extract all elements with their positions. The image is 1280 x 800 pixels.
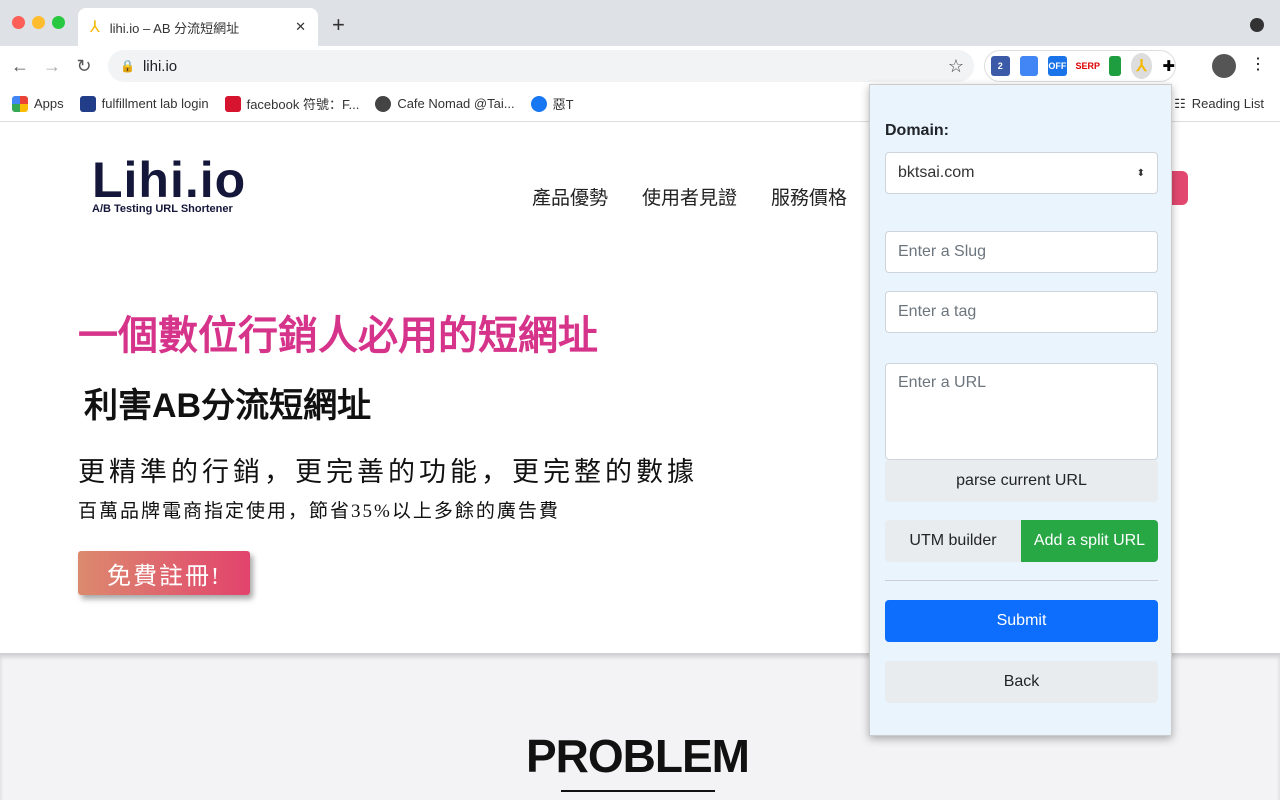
bookmark-label: fulfillment lab login [101,96,209,111]
tag-extension-icon[interactable] [1019,56,1039,76]
add-split-url-button[interactable]: Add a split URL [1021,520,1158,562]
minimize-window-button[interactable] [32,16,45,29]
submit-button[interactable]: Submit [885,600,1158,642]
tab-lihi[interactable]: ⅄ lihi.io – AB 分流短網址 ✕ [78,8,318,46]
site-logo[interactable]: Lihi.io A/B Testing URL Shortener [92,151,246,215]
close-window-button[interactable] [12,16,25,29]
lihi-favicon-icon: ⅄ [90,19,100,36]
tab-search-button[interactable] [1250,18,1264,32]
domain-value: bktsai.com [898,164,975,181]
title-underline [561,790,715,792]
reading-list-icon: ☷ [1174,95,1186,111]
forward-arrow-icon[interactable]: → [36,56,68,77]
select-arrows-icon: ⬍ [1136,167,1145,179]
back-arrow-icon[interactable]: ← [4,56,36,77]
puzzle-extensions-icon[interactable]: ✚ [1162,57,1175,75]
domain-select[interactable]: bktsai.com ⬍ [885,152,1158,194]
free-signup-button[interactable]: 免費註冊! [78,551,250,595]
serp-extension-icon[interactable]: SERP [1075,56,1100,76]
address-bar[interactable]: 🔒 lihi.io ☆ [108,50,974,82]
globe-icon [375,95,392,112]
toolbar: ← → ↻ 🔒 lihi.io ☆ 2 OFF SERP ⅄ ✚ ⋮ [0,46,1280,86]
code-extension-icon[interactable]: 2 [991,56,1010,76]
domain-label: Domain: [885,122,949,139]
bookmark-label: Apps [34,96,64,111]
extensions-area: 2 OFF SERP ⅄ ✚ [984,50,1176,82]
bookmark-label: facebook 符號：F... [246,97,360,112]
reload-icon[interactable]: ↻ [68,56,100,77]
bookmark-fulfillment[interactable]: fulfillment lab login [79,95,209,112]
lock-icon: 🔒 [120,59,135,73]
menu-kebab-icon[interactable]: ⋮ [1250,54,1266,74]
serp-label: SERP [1075,61,1100,71]
slug-placeholder: Enter a Slug [898,243,987,260]
logo-text: Lihi.io [92,152,247,208]
site-nav: 產品優勢 使用者見證 服務價格 [532,183,847,210]
headline: 一個數位行銷人必用的短網址 [78,314,598,358]
url-placeholder: Enter a URL [898,374,987,391]
bookmark-facebook-symbols[interactable]: facebook 符號：F... [224,94,360,113]
bookmark-label: 惡T [552,97,574,112]
tab-bar: ⅄ lihi.io – AB 分流短網址 ✕ + [0,0,1280,46]
new-tab-button[interactable]: + [332,12,345,38]
section-title: PROBLEM [526,730,750,782]
parse-url-button[interactable]: parse current URL [885,460,1158,502]
back-button[interactable]: Back [885,661,1158,703]
bookmark-apps[interactable]: Apps [12,95,64,112]
reading-list-button[interactable]: ☷ Reading List [1174,96,1264,112]
extension-popup: Domain: bktsai.com ⬍ Enter a Slug Enter a… [869,84,1172,736]
off-label: OFF [1048,61,1067,71]
subheadline: 利害AB分流短網址 [84,387,372,425]
off-extension-icon[interactable]: OFF [1048,56,1067,76]
gfs-icon [79,95,96,112]
bookmark-label: Cafe Nomad @Tai... [397,96,515,111]
divider [885,580,1158,581]
tag-placeholder: Enter a tag [898,303,977,320]
green-extension-icon[interactable] [1108,56,1121,76]
tab-title: lihi.io – AB 分流短網址 [109,20,240,36]
lightning-icon [224,95,241,112]
facebook-icon [530,95,547,112]
maximize-window-button[interactable] [52,16,65,29]
bookmark-cafe-nomad[interactable]: Cafe Nomad @Tai... [375,95,515,112]
nav-testimonials[interactable]: 使用者見證 [642,183,737,210]
nav-features[interactable]: 產品優勢 [532,183,608,210]
slug-input[interactable]: Enter a Slug [885,231,1158,273]
bookmark-et[interactable]: 惡T [530,94,574,113]
avatar[interactable] [1212,54,1236,78]
reading-list-label: Reading List [1191,96,1264,111]
ext-badge: 2 [997,61,1003,71]
close-tab-icon[interactable]: ✕ [295,19,306,35]
tag-input[interactable]: Enter a tag [885,291,1158,333]
url-textarea[interactable]: Enter a URL [885,363,1158,460]
url-text: lihi.io [142,57,178,75]
lihi-extension-icon[interactable]: ⅄ [1130,53,1153,79]
apps-grid-icon [12,95,28,112]
description: 百萬品牌電商指定使用，節省35%以上多餘的廣告費 [78,501,560,522]
nav-pricing[interactable]: 服務價格 [771,183,847,210]
utm-builder-button[interactable]: UTM builder [885,520,1021,562]
tagline: 更精準的行銷，更完善的功能，更完整的數據 [78,457,698,487]
logo-subtitle: A/B Testing URL Shortener [92,203,233,215]
bookmark-star-icon[interactable]: ☆ [948,56,964,77]
